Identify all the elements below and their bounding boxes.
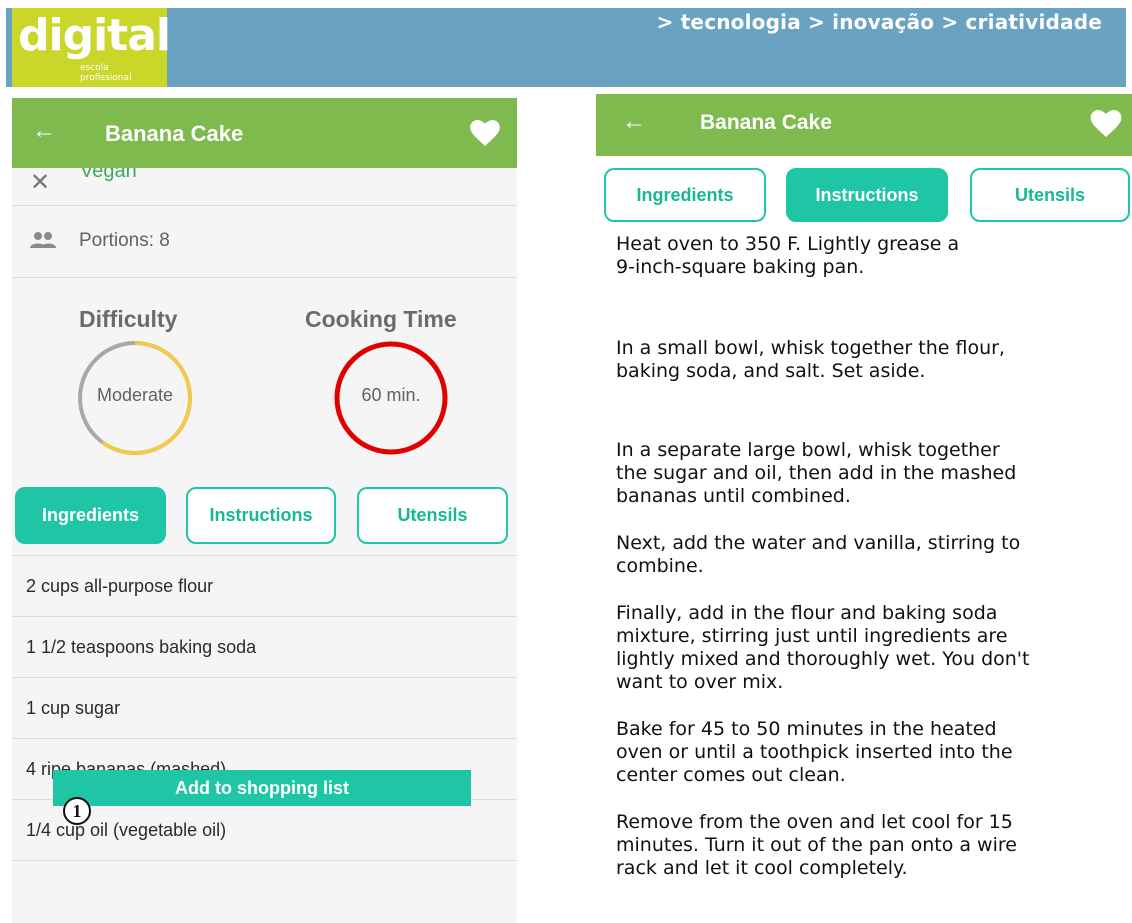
heart-icon[interactable] (470, 120, 500, 151)
diet-row: ✕ Vegan (12, 168, 517, 206)
instruction-step: Next, add the water and vanilla, stirrin… (616, 532, 1021, 577)
right-app-bar-title: Banana Cake (700, 111, 832, 134)
tab-utensils[interactable]: Utensils (357, 487, 508, 544)
school-logo: digital escola profissional (12, 8, 171, 87)
tab-instructions[interactable]: Instructions (186, 487, 336, 544)
left-app-bar: ← Banana Cake (12, 98, 517, 168)
add-to-shopping-list-button[interactable]: Add to shopping list (53, 770, 471, 806)
difficulty-value: Moderate (96, 385, 174, 405)
instruction-step: Finally, add in the flour and baking sod… (616, 602, 1030, 693)
recipe-instructions-panel: Ingredients Instructions Utensils Heat o… (596, 156, 1132, 923)
list-item[interactable]: 2 cups all-purpose flour (12, 556, 517, 617)
arrow-left-icon[interactable]: ← (32, 117, 56, 145)
logo-subtitle-2: profissional (80, 73, 132, 83)
heart-icon[interactable] (1090, 110, 1122, 142)
people-icon (30, 231, 56, 254)
arrow-left-icon[interactable]: ← (622, 108, 646, 136)
instructions-text: Heat oven to 350 F. Lightly grease a 9-i… (616, 233, 1128, 880)
callout-marker: 1 (63, 797, 91, 825)
portions-row: Portions: 8 (12, 206, 517, 278)
tab-ingredients[interactable]: Ingredients (15, 487, 166, 544)
header-banner: digital escola profissional > tecnologia… (0, 0, 1132, 88)
left-app-bar-title: Banana Cake (105, 121, 244, 146)
difficulty-title: Difficulty (79, 306, 178, 332)
list-item[interactable]: 1 cup sugar (12, 678, 517, 739)
tab-instructions[interactable]: Instructions (786, 168, 948, 222)
instruction-step: In a small bowl, whisk together the flou… (616, 337, 1005, 382)
difficulty-gauge: Moderate (77, 340, 193, 461)
cooking-time-value: 60 min. (361, 385, 421, 405)
tab-utensils[interactable]: Utensils (970, 168, 1130, 222)
logo-subtitle-1: escola (80, 63, 109, 73)
diet-label: Vegan (80, 168, 137, 182)
cooking-time-gauge: 60 min. (333, 340, 449, 461)
portions-label: Portions: 8 (79, 230, 170, 251)
instruction-step: In a separate large bowl, whisk together… (616, 439, 1017, 507)
logo-wordmark: digital (18, 10, 171, 61)
instruction-step: Heat oven to 350 F. Lightly grease a 9-i… (616, 233, 960, 278)
close-icon: ✕ (30, 169, 51, 196)
tab-ingredients[interactable]: Ingredients (604, 168, 766, 222)
instruction-step: Bake for 45 to 50 minutes in the heated … (616, 718, 1013, 786)
cooking-time-title: Cooking Time (305, 306, 457, 332)
banner-tagline: > tecnologia > inovação > criatividade (656, 10, 1102, 34)
right-app-bar: ← Banana Cake (596, 94, 1132, 156)
list-item[interactable]: 1 1/2 teaspoons baking soda (12, 617, 517, 678)
instruction-step: Remove from the oven and let cool for 15… (616, 811, 1017, 879)
